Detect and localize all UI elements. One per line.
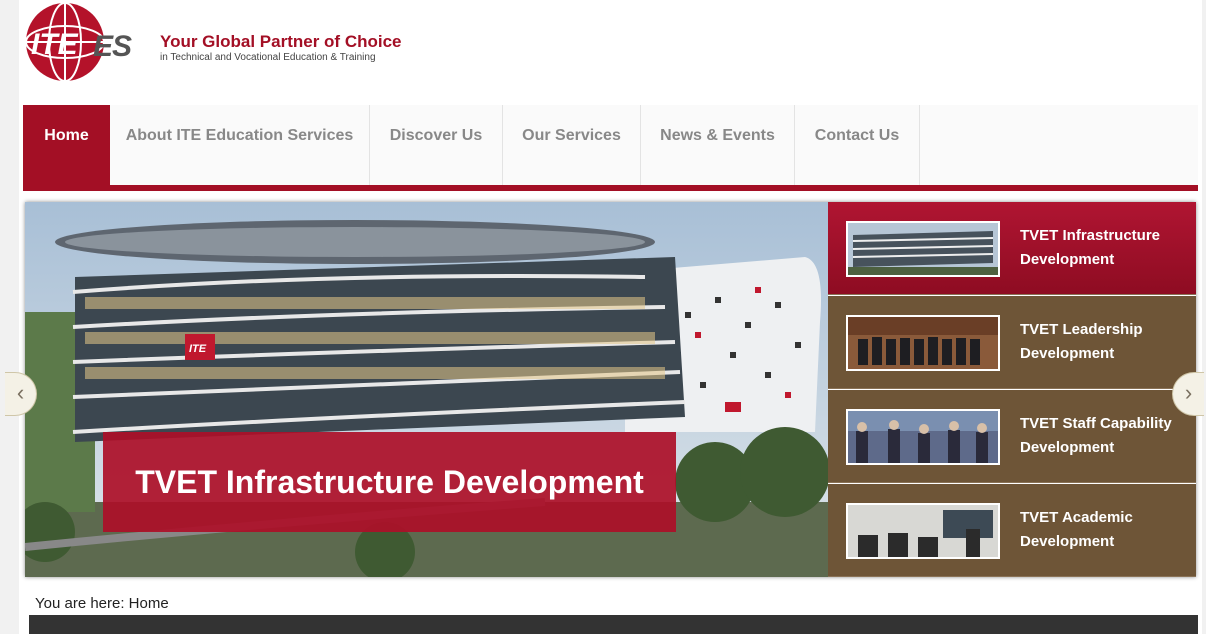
thumb-label: TVET Infrastructure Development	[1020, 227, 1161, 268]
breadcrumb: You are here: Home	[35, 595, 169, 612]
thumb-infrastructure[interactable]: TVET Infrastructure Development	[828, 202, 1196, 295]
thumb-image-classroom	[846, 503, 1000, 559]
building-sign: ITE	[189, 343, 207, 355]
nav-home[interactable]: Home	[23, 105, 110, 185]
tagline: Your Global Partner of Choice	[160, 32, 402, 51]
thumb-label: TVET Academic Development	[1020, 509, 1133, 550]
chevron-right-icon: ›	[1184, 380, 1193, 405]
nav-services[interactable]: Our Services	[503, 105, 641, 185]
thumb-academic[interactable]: TVET Academic Development	[828, 484, 1196, 577]
slide-caption: TVET Infrastructure Development	[103, 432, 676, 532]
thumb-image-group	[846, 315, 1000, 371]
nav-about[interactable]: About ITE Education Services	[110, 105, 370, 185]
chevron-left-icon: ‹	[16, 380, 25, 405]
site-logo[interactable]: ITE ES Your Global Partner of Choice in …	[25, 2, 405, 84]
page: ITE ES Your Global Partner of Choice in …	[19, 0, 1202, 634]
thumb-label: TVET Leadership Development	[1020, 321, 1143, 362]
hero-slider: ITE TVET Infrastructure Development TVET…	[25, 202, 1196, 577]
thumb-leadership[interactable]: TVET Leadership Development	[828, 296, 1196, 389]
slide-image-building[interactable]: ITE TVET Infrastructure Development	[25, 202, 830, 577]
thumb-image-people	[846, 409, 1000, 465]
subtagline: in Technical and Vocational Education & …	[160, 52, 376, 63]
logo-es-mark: ES	[93, 30, 132, 63]
nav-discover[interactable]: Discover Us	[370, 105, 503, 185]
thumb-label: TVET Staff Capability Development	[1020, 415, 1172, 456]
nav-news-events[interactable]: News & Events	[641, 105, 795, 185]
slider-thumbnails: TVET Infrastructure Development TVET Lea…	[828, 202, 1196, 577]
svg-text:ITE: ITE	[31, 28, 79, 61]
content-bar	[29, 615, 1198, 634]
main-nav: Home About ITE Education Services Discov…	[23, 105, 1198, 191]
thumb-image-building	[846, 221, 1000, 277]
thumb-staff-capability[interactable]: TVET Staff Capability Development	[828, 390, 1196, 483]
nav-contact[interactable]: Contact Us	[795, 105, 920, 185]
